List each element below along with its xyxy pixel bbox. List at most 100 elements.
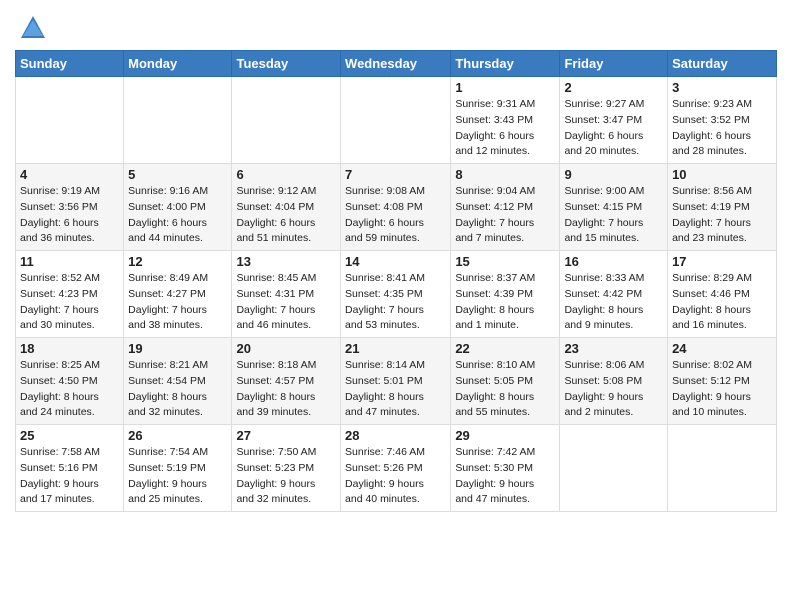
- calendar-cell: 17 Sunrise: 8:29 AM Sunset: 4:46 PM Dayli…: [668, 251, 777, 338]
- logo: [15, 14, 47, 42]
- calendar-cell: 6 Sunrise: 9:12 AM Sunset: 4:04 PM Daylig…: [232, 164, 341, 251]
- day-number: 18: [20, 341, 119, 356]
- weekday-header: Friday: [560, 51, 668, 77]
- day-info: Sunrise: 8:56 AM Sunset: 4:19 PM Dayligh…: [672, 184, 772, 247]
- calendar-cell: 11 Sunrise: 8:52 AM Sunset: 4:23 PM Dayli…: [16, 251, 124, 338]
- day-number: 21: [345, 341, 446, 356]
- calendar-cell: 15Sunrise: 8:37 AM Sunset: 4:39 PM Dayli…: [451, 251, 560, 338]
- day-number: 17: [672, 254, 772, 269]
- weekday-header: Thursday: [451, 51, 560, 77]
- calendar-cell: 19Sunrise: 8:21 AM Sunset: 4:54 PM Dayli…: [124, 338, 232, 425]
- day-number: 9: [564, 167, 663, 182]
- calendar-week-row: 25 Sunrise: 7:58 AM Sunset: 5:16 PM Dayli…: [16, 425, 777, 512]
- weekday-header-row: SundayMondayTuesdayWednesdayThursdayFrid…: [16, 51, 777, 77]
- day-info: Sunrise: 7:58 AM Sunset: 5:16 PM Dayligh…: [20, 445, 119, 508]
- calendar-cell: [124, 77, 232, 164]
- weekday-header: Sunday: [16, 51, 124, 77]
- day-info: Sunrise: 8:41 AM Sunset: 4:35 PM Dayligh…: [345, 271, 446, 334]
- calendar-cell: 1 Sunrise: 9:31 AM Sunset: 3:43 PM Daylig…: [451, 77, 560, 164]
- day-info: Sunrise: 8:10 AM Sunset: 5:05 PM Dayligh…: [455, 358, 555, 421]
- day-info: Sunrise: 8:45 AM Sunset: 4:31 PM Dayligh…: [236, 271, 336, 334]
- calendar-cell: 14 Sunrise: 8:41 AM Sunset: 4:35 PM Dayli…: [341, 251, 451, 338]
- day-number: 19: [128, 341, 227, 356]
- calendar-week-row: 18 Sunrise: 8:25 AM Sunset: 4:50 PM Dayli…: [16, 338, 777, 425]
- calendar-cell: 10 Sunrise: 8:56 AM Sunset: 4:19 PM Dayli…: [668, 164, 777, 251]
- day-number: 20: [236, 341, 336, 356]
- day-number: 27: [236, 428, 336, 443]
- calendar-week-row: 11 Sunrise: 8:52 AM Sunset: 4:23 PM Dayli…: [16, 251, 777, 338]
- day-info: Sunrise: 9:12 AM Sunset: 4:04 PM Dayligh…: [236, 184, 336, 247]
- header: [15, 10, 777, 42]
- day-number: 12: [128, 254, 227, 269]
- day-info: Sunrise: 9:27 AM Sunset: 3:47 PM Dayligh…: [564, 97, 663, 160]
- weekday-header: Monday: [124, 51, 232, 77]
- day-number: 26: [128, 428, 227, 443]
- day-number: 13: [236, 254, 336, 269]
- day-info: Sunrise: 9:08 AM Sunset: 4:08 PM Dayligh…: [345, 184, 446, 247]
- day-info: Sunrise: 7:46 AM Sunset: 5:26 PM Dayligh…: [345, 445, 446, 508]
- day-info: Sunrise: 8:33 AM Sunset: 4:42 PM Dayligh…: [564, 271, 663, 334]
- day-number: 10: [672, 167, 772, 182]
- day-number: 6: [236, 167, 336, 182]
- day-number: 1: [455, 80, 555, 95]
- calendar-cell: [16, 77, 124, 164]
- weekday-header: Wednesday: [341, 51, 451, 77]
- day-info: Sunrise: 8:29 AM Sunset: 4:46 PM Dayligh…: [672, 271, 772, 334]
- day-info: Sunrise: 9:19 AM Sunset: 3:56 PM Dayligh…: [20, 184, 119, 247]
- day-number: 11: [20, 254, 119, 269]
- day-info: Sunrise: 8:06 AM Sunset: 5:08 PM Dayligh…: [564, 358, 663, 421]
- calendar-cell: [232, 77, 341, 164]
- day-info: Sunrise: 8:49 AM Sunset: 4:27 PM Dayligh…: [128, 271, 227, 334]
- calendar-cell: 21 Sunrise: 8:14 AM Sunset: 5:01 PM Dayli…: [341, 338, 451, 425]
- day-info: Sunrise: 9:00 AM Sunset: 4:15 PM Dayligh…: [564, 184, 663, 247]
- day-info: Sunrise: 8:18 AM Sunset: 4:57 PM Dayligh…: [236, 358, 336, 421]
- calendar-cell: 24Sunrise: 8:02 AM Sunset: 5:12 PM Dayli…: [668, 338, 777, 425]
- calendar-cell: 22 Sunrise: 8:10 AM Sunset: 5:05 PM Dayli…: [451, 338, 560, 425]
- day-info: Sunrise: 8:37 AM Sunset: 4:39 PM Dayligh…: [455, 271, 555, 334]
- day-number: 29: [455, 428, 555, 443]
- day-number: 25: [20, 428, 119, 443]
- day-info: Sunrise: 9:23 AM Sunset: 3:52 PM Dayligh…: [672, 97, 772, 160]
- day-info: Sunrise: 9:31 AM Sunset: 3:43 PM Dayligh…: [455, 97, 555, 160]
- day-info: Sunrise: 8:25 AM Sunset: 4:50 PM Dayligh…: [20, 358, 119, 421]
- day-number: 7: [345, 167, 446, 182]
- calendar-cell: [341, 77, 451, 164]
- calendar-cell: 5Sunrise: 9:16 AM Sunset: 4:00 PM Daylig…: [124, 164, 232, 251]
- calendar-cell: [668, 425, 777, 512]
- day-number: 16: [564, 254, 663, 269]
- calendar-cell: [560, 425, 668, 512]
- calendar: SundayMondayTuesdayWednesdayThursdayFrid…: [15, 50, 777, 512]
- calendar-cell: 9 Sunrise: 9:00 AM Sunset: 4:15 PM Daylig…: [560, 164, 668, 251]
- calendar-cell: 12 Sunrise: 8:49 AM Sunset: 4:27 PM Dayli…: [124, 251, 232, 338]
- calendar-cell: 25 Sunrise: 7:58 AM Sunset: 5:16 PM Dayli…: [16, 425, 124, 512]
- day-info: Sunrise: 8:52 AM Sunset: 4:23 PM Dayligh…: [20, 271, 119, 334]
- day-info: Sunrise: 7:42 AM Sunset: 5:30 PM Dayligh…: [455, 445, 555, 508]
- day-info: Sunrise: 9:04 AM Sunset: 4:12 PM Dayligh…: [455, 184, 555, 247]
- day-number: 3: [672, 80, 772, 95]
- calendar-cell: 29 Sunrise: 7:42 AM Sunset: 5:30 PM Dayli…: [451, 425, 560, 512]
- calendar-cell: 26 Sunrise: 7:54 AM Sunset: 5:19 PM Dayli…: [124, 425, 232, 512]
- calendar-cell: 20 Sunrise: 8:18 AM Sunset: 4:57 PM Dayli…: [232, 338, 341, 425]
- day-number: 22: [455, 341, 555, 356]
- day-number: 14: [345, 254, 446, 269]
- weekday-header: Tuesday: [232, 51, 341, 77]
- calendar-cell: 28Sunrise: 7:46 AM Sunset: 5:26 PM Dayli…: [341, 425, 451, 512]
- calendar-cell: 2Sunrise: 9:27 AM Sunset: 3:47 PM Daylig…: [560, 77, 668, 164]
- calendar-cell: 27 Sunrise: 7:50 AM Sunset: 5:23 PM Dayli…: [232, 425, 341, 512]
- calendar-cell: 8 Sunrise: 9:04 AM Sunset: 4:12 PM Daylig…: [451, 164, 560, 251]
- calendar-cell: 18 Sunrise: 8:25 AM Sunset: 4:50 PM Dayli…: [16, 338, 124, 425]
- logo-icon: [19, 14, 47, 42]
- day-number: 8: [455, 167, 555, 182]
- weekday-header: Saturday: [668, 51, 777, 77]
- day-number: 4: [20, 167, 119, 182]
- calendar-cell: 23Sunrise: 8:06 AM Sunset: 5:08 PM Dayli…: [560, 338, 668, 425]
- day-info: Sunrise: 7:50 AM Sunset: 5:23 PM Dayligh…: [236, 445, 336, 508]
- day-info: Sunrise: 7:54 AM Sunset: 5:19 PM Dayligh…: [128, 445, 227, 508]
- calendar-cell: 7 Sunrise: 9:08 AM Sunset: 4:08 PM Daylig…: [341, 164, 451, 251]
- day-number: 5: [128, 167, 227, 182]
- day-info: Sunrise: 8:14 AM Sunset: 5:01 PM Dayligh…: [345, 358, 446, 421]
- day-info: Sunrise: 8:02 AM Sunset: 5:12 PM Dayligh…: [672, 358, 772, 421]
- calendar-week-row: 4 Sunrise: 9:19 AM Sunset: 3:56 PM Daylig…: [16, 164, 777, 251]
- calendar-cell: 13 Sunrise: 8:45 AM Sunset: 4:31 PM Dayli…: [232, 251, 341, 338]
- calendar-cell: 3 Sunrise: 9:23 AM Sunset: 3:52 PM Daylig…: [668, 77, 777, 164]
